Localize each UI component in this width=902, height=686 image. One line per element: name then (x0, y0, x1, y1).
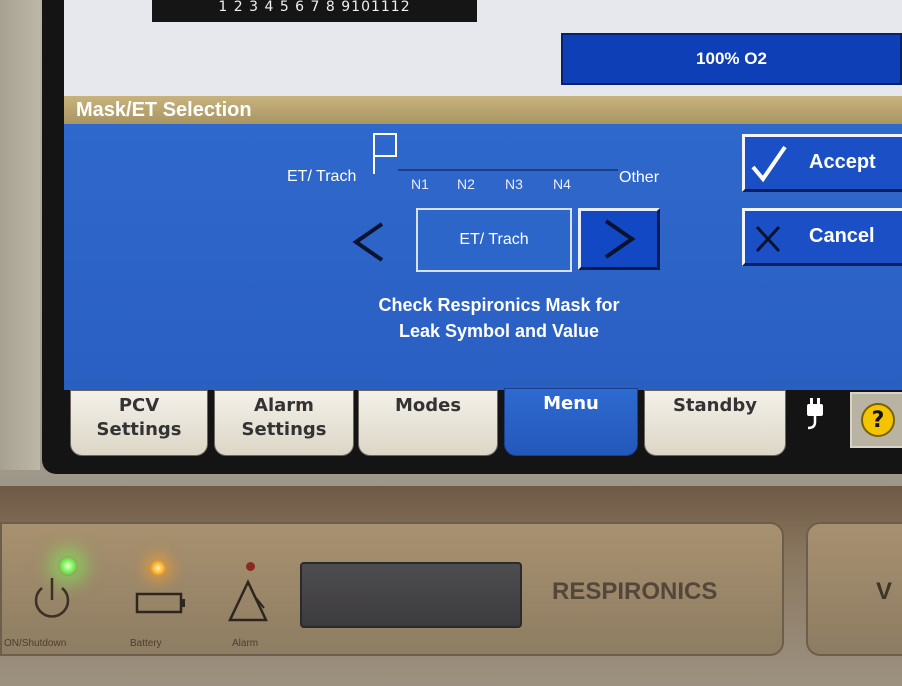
cancel-button[interactable]: Cancel (742, 208, 902, 266)
status-display-window (300, 562, 522, 628)
plug-icon (807, 398, 823, 430)
tab-pcv-settings[interactable]: PCV Settings (70, 390, 208, 456)
slider-left-label: ET/ Trach (287, 168, 357, 185)
slider-right-label: Other (619, 169, 660, 186)
battery-led (150, 560, 166, 576)
mask-selection-panel: ET/ Trach N1 N2 N3 N4 Other ET/ Trach Ac… (64, 124, 902, 390)
power-led (58, 556, 78, 576)
tab-menu[interactable]: Menu (504, 388, 638, 456)
alarm-triangle-icon (228, 579, 268, 622)
question-icon: ? (861, 403, 895, 437)
tab-label-line1: Menu (543, 393, 599, 414)
tab-label-line1: Standby (672, 395, 758, 416)
power-icon[interactable] (28, 574, 76, 624)
brand-logo: RESPIRONICS (552, 578, 718, 605)
tab-modes[interactable]: Modes (358, 390, 498, 456)
cancel-label: Cancel (809, 225, 875, 247)
tab-bar: PCV Settings Alarm Settings Modes Menu S… (64, 388, 902, 460)
x-icon (755, 225, 781, 253)
checkmark-icon (751, 145, 787, 183)
screen-header-area: 1 2 3 4 5 6 7 8 9101112 100% O2 (64, 0, 902, 96)
slider-position-n1: N1 (411, 176, 429, 192)
previous-option-button[interactable] (348, 216, 390, 268)
tab-label-line2: Settings (96, 419, 182, 440)
selection-slider-track[interactable] (398, 169, 618, 171)
help-button[interactable]: ? (850, 392, 902, 448)
section-title: Mask/ET Selection (64, 96, 902, 124)
battery-label: Battery (130, 638, 162, 649)
slider-position-n2: N2 (457, 176, 475, 192)
message-line-2: Leak Symbol and Value (398, 321, 600, 341)
chevron-left-icon (352, 222, 384, 262)
scale-strip: 1 2 3 4 5 6 7 8 9101112 (152, 0, 477, 22)
tab-label-line2: Settings (241, 419, 327, 440)
next-option-button[interactable] (578, 208, 660, 270)
message-line-1: Check Respironics Mask for (378, 295, 620, 315)
leak-check-message: Check Respironics Mask for Leak Symbol a… (294, 292, 704, 344)
oxygen-button[interactable]: 100% O2 (561, 33, 902, 85)
tab-label-line1: Modes (394, 395, 462, 416)
chevron-right-icon (604, 219, 636, 259)
tab-label-line1: Alarm (254, 395, 314, 416)
power-label: ON/Shutdown (4, 638, 67, 649)
alarm-led (246, 562, 255, 571)
slider-position-n3: N3 (505, 176, 523, 192)
ventilator-screen: 1 2 3 4 5 6 7 8 9101112 100% O2 Mask/ET … (64, 0, 902, 460)
selected-mask-value: ET/ Trach (416, 208, 572, 272)
tab-standby[interactable]: Standby (644, 390, 786, 456)
flag-icon (373, 133, 397, 174)
tab-alarm-settings[interactable]: Alarm Settings (214, 390, 354, 456)
tab-label-line1: PCV (118, 395, 160, 416)
brand-partial: V (876, 578, 893, 605)
alarm-label: Alarm (232, 638, 259, 649)
slider-position-n4: N4 (553, 176, 571, 192)
battery-icon (135, 592, 185, 614)
device-bezel-left (0, 0, 40, 470)
accept-label: Accept (809, 151, 876, 173)
accept-button[interactable]: Accept (742, 134, 902, 192)
